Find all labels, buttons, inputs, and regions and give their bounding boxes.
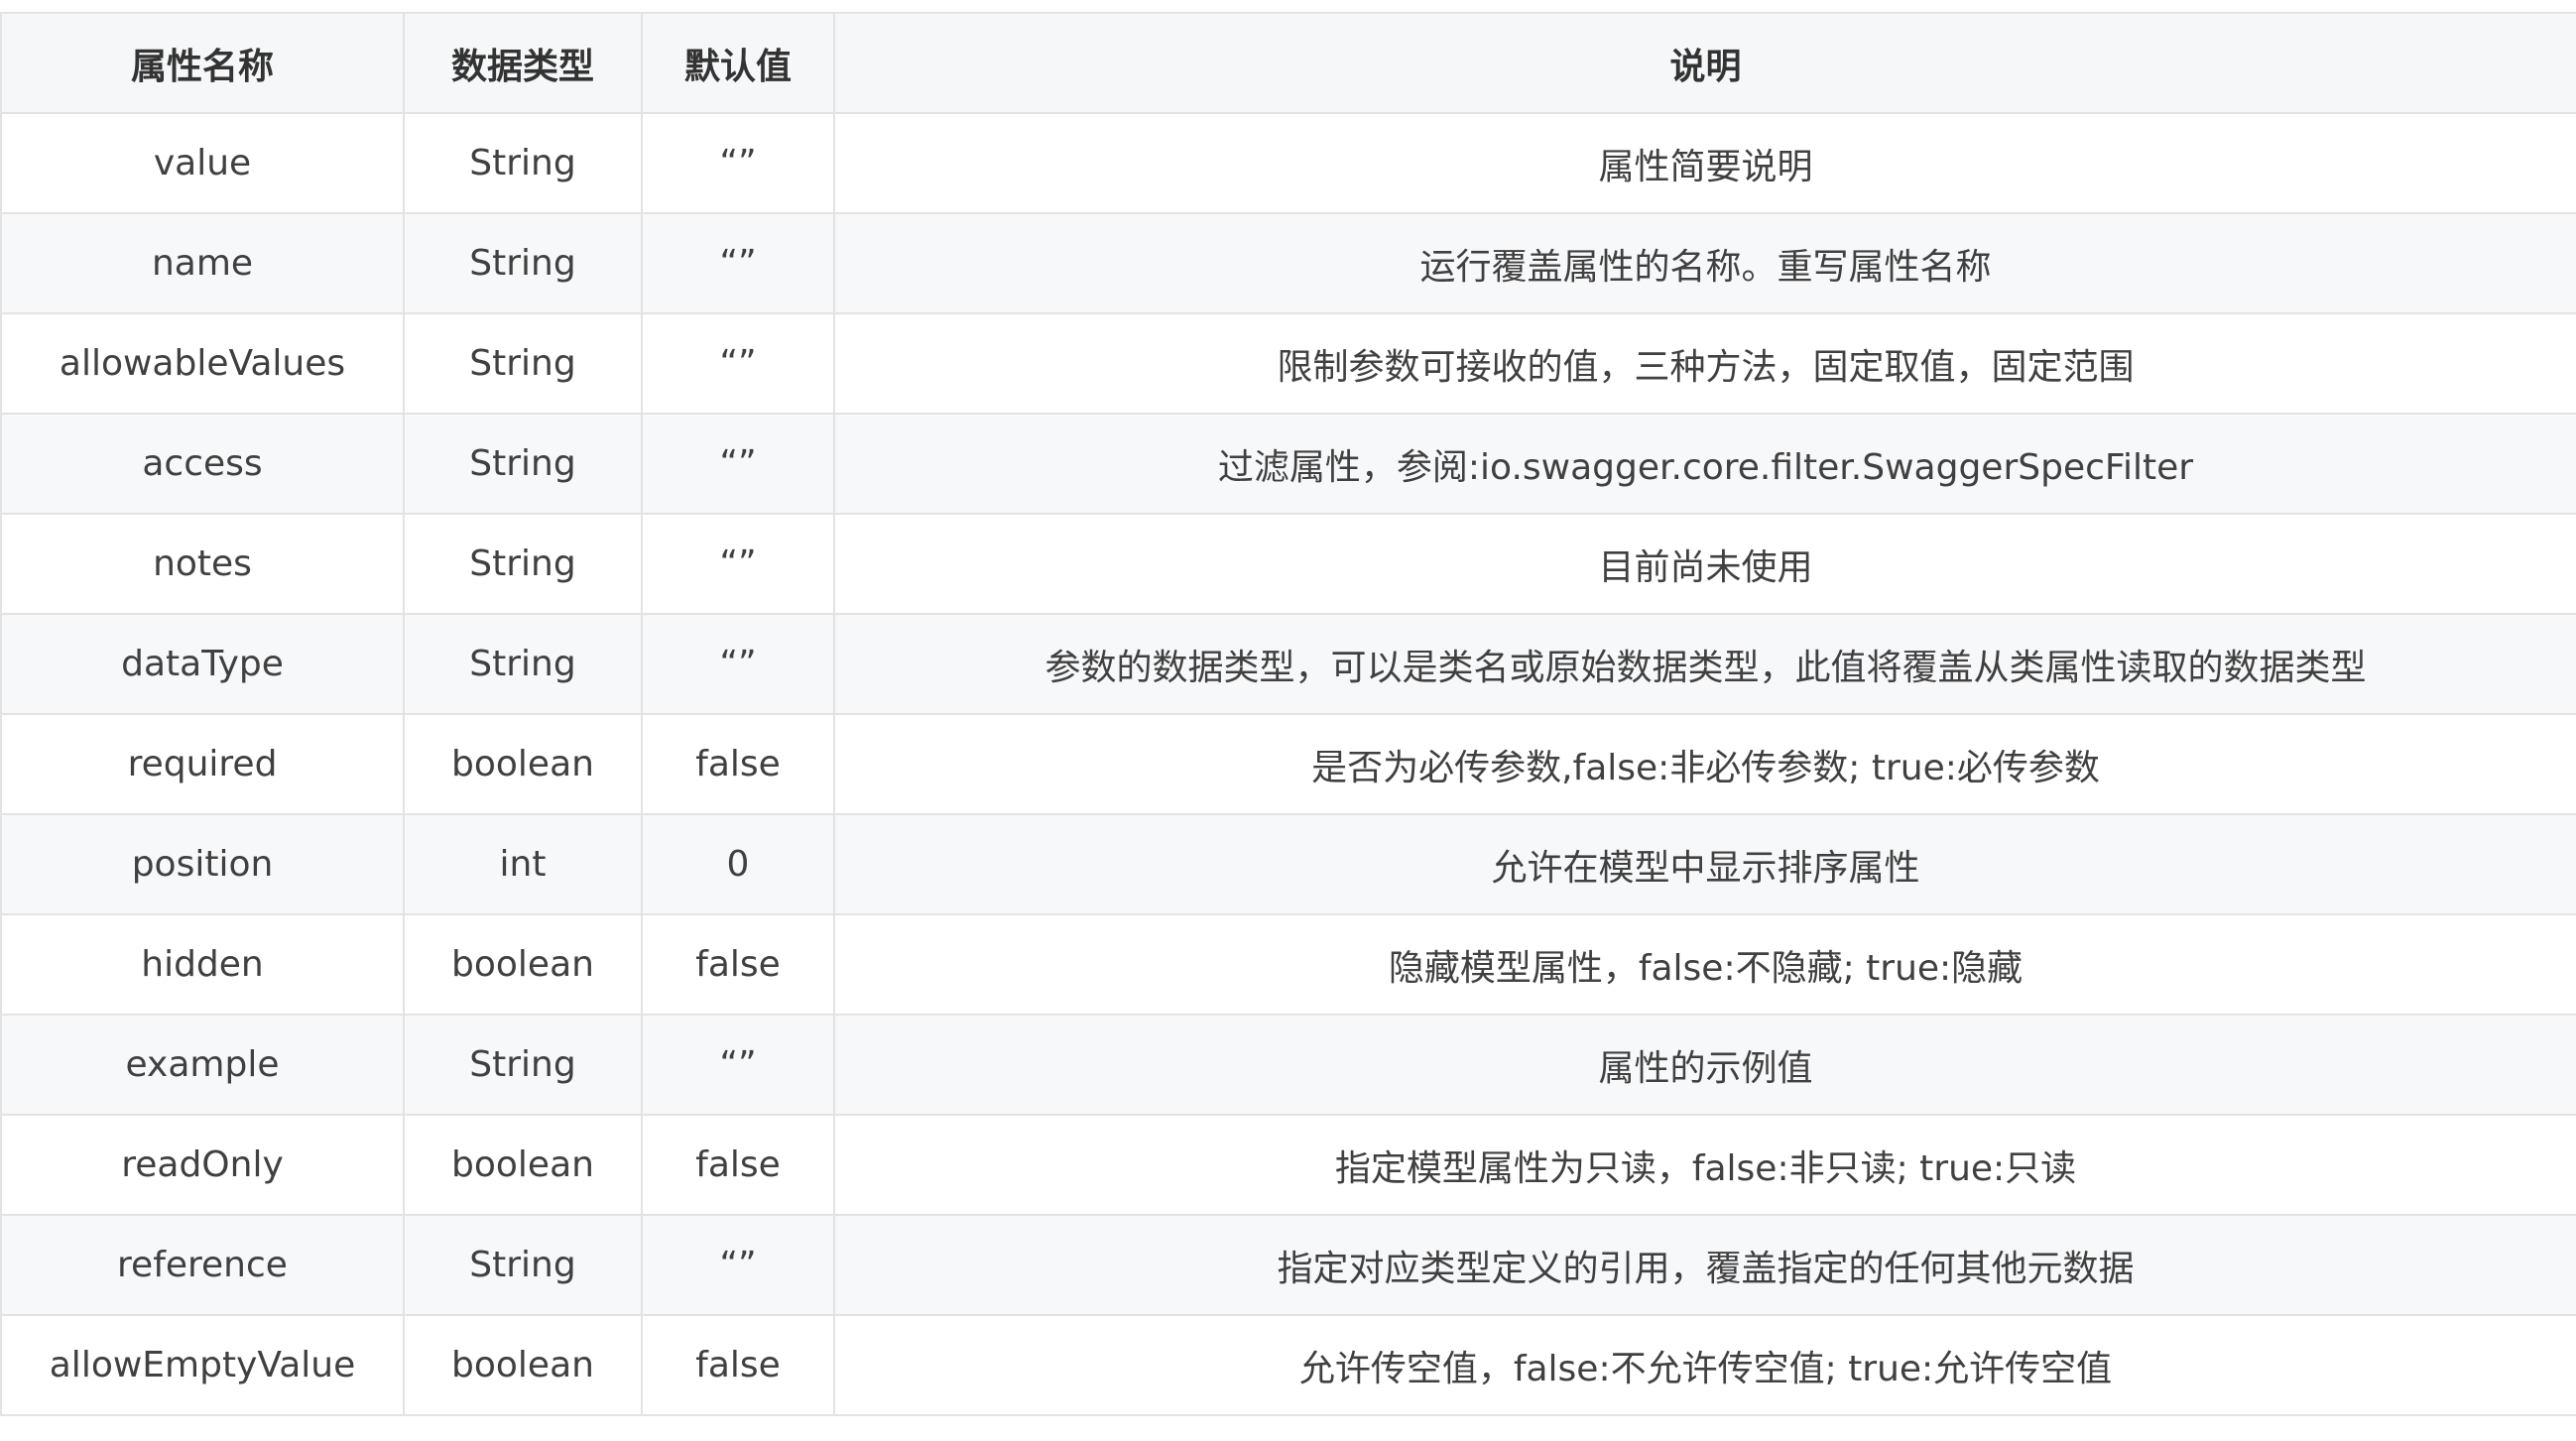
cell-data-type: int xyxy=(403,813,643,915)
table-row: required boolean false 是否为必传参数,false:非必传… xyxy=(0,713,2576,815)
header-default-value: 默认值 xyxy=(641,12,835,114)
cell-property-name: value xyxy=(0,112,405,214)
cell-description: 目前尚未使用 xyxy=(833,513,2576,615)
header-property-name: 属性名称 xyxy=(0,12,405,114)
cell-property-name: reference xyxy=(0,1214,405,1316)
cell-property-name: allowableValues xyxy=(0,312,405,415)
table-row: hidden boolean false 隐藏模型属性，false:不隐藏; t… xyxy=(0,913,2576,1016)
table-row: readOnly boolean false 指定模型属性为只读，false:非… xyxy=(0,1114,2576,1216)
cell-description: 参数的数据类型，可以是类名或原始数据类型，此值将覆盖从类属性读取的数据类型 xyxy=(833,613,2576,715)
table-row: notes String “” 目前尚未使用 xyxy=(0,513,2576,615)
cell-description: 允许传空值，false:不允许传空值; true:允许传空值 xyxy=(833,1314,2576,1416)
cell-data-type: String xyxy=(403,1014,643,1116)
cell-property-name: required xyxy=(0,713,405,815)
header-row: 属性名称 数据类型 默认值 说明 xyxy=(0,12,2576,114)
table-body: value String “” 属性简要说明 name String “” 运行… xyxy=(0,112,2576,1416)
table-row: allowableValues String “” 限制参数可接收的值，三种方法… xyxy=(0,312,2576,415)
cell-property-name: notes xyxy=(0,513,405,615)
cell-property-name: name xyxy=(0,212,405,314)
cell-default-value: 0 xyxy=(641,813,835,915)
cell-default-value: “” xyxy=(641,1014,835,1116)
table-header: 属性名称 数据类型 默认值 说明 xyxy=(0,12,2576,114)
cell-property-name: example xyxy=(0,1014,405,1116)
cell-property-name: allowEmptyValue xyxy=(0,1314,405,1416)
cell-property-name: hidden xyxy=(0,913,405,1016)
cell-data-type: String xyxy=(403,212,643,314)
cell-description: 指定模型属性为只读，false:非只读; true:只读 xyxy=(833,1114,2576,1216)
cell-description: 属性简要说明 xyxy=(833,112,2576,214)
cell-data-type: boolean xyxy=(403,913,643,1016)
cell-default-value: false xyxy=(641,713,835,815)
cell-property-name: position xyxy=(0,813,405,915)
table-row: value String “” 属性简要说明 xyxy=(0,112,2576,214)
cell-data-type: String xyxy=(403,112,643,214)
cell-data-type: boolean xyxy=(403,713,643,815)
cell-default-value: “” xyxy=(641,112,835,214)
header-data-type: 数据类型 xyxy=(403,12,643,114)
table-row: example String “” 属性的示例值 xyxy=(0,1014,2576,1116)
table-row: allowEmptyValue boolean false 允许传空值，fals… xyxy=(0,1314,2576,1416)
cell-description: 属性的示例值 xyxy=(833,1014,2576,1116)
cell-data-type: String xyxy=(403,312,643,415)
table-row: dataType String “” 参数的数据类型，可以是类名或原始数据类型，… xyxy=(0,613,2576,715)
cell-description: 隐藏模型属性，false:不隐藏; true:隐藏 xyxy=(833,913,2576,1016)
cell-description: 限制参数可接收的值，三种方法，固定取值，固定范围 xyxy=(833,312,2576,415)
cell-default-value: “” xyxy=(641,513,835,615)
cell-default-value: “” xyxy=(641,312,835,415)
properties-table: 属性名称 数据类型 默认值 说明 value String “” 属性简要说明 … xyxy=(0,12,2576,1416)
cell-default-value: false xyxy=(641,1314,835,1416)
table-row: position int 0 允许在模型中显示排序属性 xyxy=(0,813,2576,915)
cell-data-type: boolean xyxy=(403,1114,643,1216)
cell-default-value: false xyxy=(641,1114,835,1216)
cell-default-value: “” xyxy=(641,1214,835,1316)
cell-data-type: String xyxy=(403,513,643,615)
cell-data-type: boolean xyxy=(403,1314,643,1416)
cell-default-value: “” xyxy=(641,212,835,314)
table-row: reference String “” 指定对应类型定义的引用，覆盖指定的任何其… xyxy=(0,1214,2576,1316)
table-row: name String “” 运行覆盖属性的名称。重写属性名称 xyxy=(0,212,2576,314)
cell-property-name: dataType xyxy=(0,613,405,715)
properties-table-container: 属性名称 数据类型 默认值 说明 value String “” 属性简要说明 … xyxy=(0,12,2576,1416)
cell-description: 指定对应类型定义的引用，覆盖指定的任何其他元数据 xyxy=(833,1214,2576,1316)
cell-default-value: “” xyxy=(641,413,835,515)
cell-description: 允许在模型中显示排序属性 xyxy=(833,813,2576,915)
cell-data-type: String xyxy=(403,613,643,715)
cell-data-type: String xyxy=(403,413,643,515)
header-description: 说明 xyxy=(833,12,2576,114)
cell-default-value: false xyxy=(641,913,835,1016)
table-row: access String “” 过滤属性，参阅:io.swagger.core… xyxy=(0,413,2576,515)
cell-description: 是否为必传参数,false:非必传参数; true:必传参数 xyxy=(833,713,2576,815)
cell-property-name: access xyxy=(0,413,405,515)
cell-default-value: “” xyxy=(641,613,835,715)
cell-property-name: readOnly xyxy=(0,1114,405,1216)
cell-description: 运行覆盖属性的名称。重写属性名称 xyxy=(833,212,2576,314)
cell-data-type: String xyxy=(403,1214,643,1316)
cell-description: 过滤属性，参阅:io.swagger.core.filter.SwaggerSp… xyxy=(833,413,2576,515)
